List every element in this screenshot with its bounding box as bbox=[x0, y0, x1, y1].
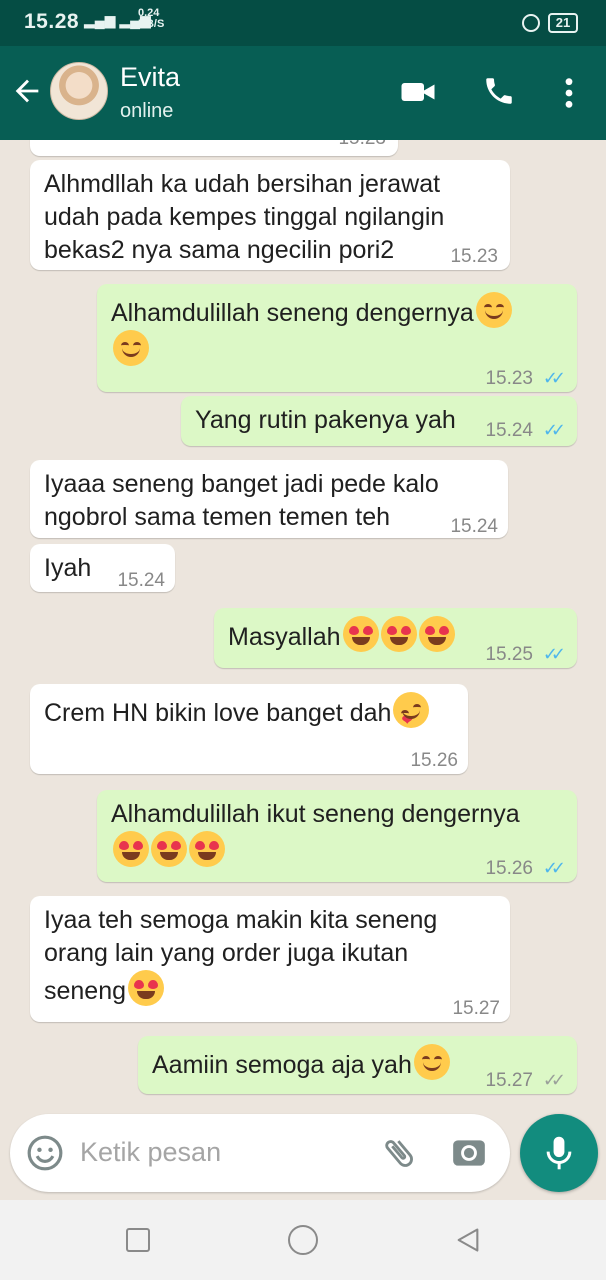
voice-record-button[interactable] bbox=[520, 1114, 598, 1192]
mic-icon bbox=[546, 1136, 572, 1170]
read-ticks-icon: ✓✓ bbox=[542, 368, 566, 388]
heart-eyes-emoji-icon bbox=[380, 616, 417, 652]
rotation-lock-icon bbox=[522, 14, 540, 32]
attach-icon[interactable] bbox=[380, 1134, 418, 1172]
message-line: Iyaaa seneng banget jadi pede kalo bbox=[44, 470, 439, 498]
smiling-emoji-icon bbox=[475, 292, 512, 328]
kissing-emoji-icon bbox=[393, 692, 430, 728]
contact-status: online bbox=[120, 100, 174, 122]
message-bubble-incoming[interactable]: Iyaa teh semoga makin kita seneng orang … bbox=[30, 896, 510, 1022]
nav-back-icon[interactable] bbox=[454, 1226, 482, 1254]
phone-icon[interactable] bbox=[482, 74, 516, 108]
message-bubble-outgoing[interactable]: Aamiin semoga aja yah 15.27 ✓✓ bbox=[138, 1036, 577, 1094]
recent-apps-icon[interactable] bbox=[126, 1228, 150, 1252]
heart-eyes-emoji-icon bbox=[418, 616, 455, 652]
system-nav-bar bbox=[0, 1200, 606, 1280]
message-bubble-incoming[interactable]: Alhmdllah ka udah bersihan jerawat udah … bbox=[30, 160, 510, 270]
message-time: 15.27 bbox=[485, 1070, 533, 1091]
read-ticks-icon: ✓✓ bbox=[542, 420, 566, 440]
message-text: Alhamdulillah ikut seneng dengernya bbox=[111, 798, 520, 869]
message-text: Alhamdulillah seneng dengernya bbox=[111, 292, 512, 368]
message-input[interactable] bbox=[80, 1132, 360, 1172]
heart-eyes-emoji-icon bbox=[151, 831, 187, 867]
message-bubble-incoming[interactable]: Crem HN bikin love banget dah 15.26 bbox=[30, 684, 468, 774]
back-arrow-icon[interactable] bbox=[10, 74, 44, 108]
chat-header: Evita online bbox=[0, 46, 606, 140]
read-ticks-icon: ✓✓ bbox=[542, 644, 566, 664]
message-text: Iyah bbox=[44, 554, 92, 582]
message-bubble-outgoing[interactable]: Alhamdulillah ikut seneng dengernya 15.2… bbox=[97, 790, 577, 882]
message-bubble-outgoing[interactable]: Yang rutin pakenya yah 15.24 ✓✓ bbox=[181, 396, 577, 446]
message-time: 15.24 bbox=[117, 570, 165, 591]
read-ticks-icon: ✓✓ bbox=[542, 858, 566, 878]
more-vert-icon[interactable] bbox=[556, 76, 582, 110]
heart-eyes-emoji-icon bbox=[113, 831, 149, 867]
compose-bar bbox=[10, 1114, 510, 1192]
video-call-icon[interactable] bbox=[400, 78, 436, 106]
message-line: orang lain yang order juga ikutan bbox=[44, 939, 409, 967]
network-speed: 0.24 KB/S bbox=[138, 8, 164, 30]
message-text: Yang rutin pakenya yah bbox=[195, 406, 456, 434]
message-bubble-outgoing[interactable]: Masyallah 15.25 ✓✓ bbox=[214, 608, 577, 668]
heart-eyes-emoji-icon bbox=[342, 616, 379, 652]
smiling-emoji-icon bbox=[113, 330, 149, 366]
message-time: 15.24 bbox=[485, 420, 533, 441]
network-speed-unit: KB/S bbox=[138, 18, 165, 30]
message-line: Alhmdllah ka udah bersihan jerawat bbox=[44, 170, 441, 198]
heart-eyes-emoji-icon bbox=[128, 970, 165, 1006]
camera-icon[interactable] bbox=[450, 1134, 488, 1172]
emoji-icon[interactable] bbox=[26, 1134, 64, 1172]
message-line: Alhamdulillah ikut seneng dengernya bbox=[111, 800, 520, 828]
avatar[interactable] bbox=[50, 62, 108, 120]
message-time: 15.23 bbox=[485, 368, 533, 389]
battery-icon: 21 bbox=[548, 13, 578, 33]
message-line: udah pada kempes tinggal ngilangin bbox=[44, 203, 445, 231]
message-time: 15.27 bbox=[452, 998, 500, 1019]
message-bubble-incoming[interactable]: Iyaaa seneng banget jadi pede kalo ngobr… bbox=[30, 460, 508, 538]
message-line: bekas2 nya sama ngecilin pori2 bbox=[44, 236, 395, 264]
message-text: Alhmdllah ka udah bersihan jerawat udah … bbox=[44, 168, 444, 267]
message-time: 15.25 bbox=[485, 644, 533, 665]
message-line: Masyallah bbox=[228, 623, 341, 651]
message-time: 15.26 bbox=[485, 858, 533, 879]
message-bubble-outgoing[interactable]: Alhamdulillah seneng dengernya 15.23 ✓✓ bbox=[97, 284, 577, 392]
message-line: Aamiin semoga aja yah bbox=[152, 1051, 412, 1079]
message-bubble-incoming[interactable]: Iyah 15.24 bbox=[30, 544, 175, 592]
message-text: Crem HN bikin love banget dah bbox=[44, 692, 430, 730]
message-text: Aamiin semoga aja yah bbox=[152, 1044, 450, 1082]
message-line: Alhamdulillah seneng dengernya bbox=[111, 299, 474, 327]
message-bubble-incoming[interactable]: 15.23 bbox=[30, 140, 398, 156]
status-bar: 15.28 ▂▄▆ ▂▄▆ 0.24 KB/S 21 bbox=[0, 0, 606, 46]
message-text: Iyaaa seneng banget jadi pede kalo ngobr… bbox=[44, 468, 439, 534]
message-line: Iyaa teh semoga makin kita seneng bbox=[44, 906, 438, 934]
message-time: 15.23 bbox=[450, 246, 498, 267]
status-time: 15.28 bbox=[24, 10, 80, 33]
contact-name[interactable]: Evita bbox=[120, 62, 180, 93]
smiling-emoji-icon bbox=[413, 1044, 450, 1080]
message-text: Masyallah bbox=[228, 616, 455, 654]
delivered-ticks-icon: ✓✓ bbox=[542, 1070, 566, 1090]
home-icon[interactable] bbox=[288, 1225, 318, 1255]
message-time: 15.24 bbox=[450, 516, 498, 537]
message-line: ngobrol sama temen temen teh bbox=[44, 503, 391, 531]
message-line: seneng bbox=[44, 977, 127, 1005]
heart-eyes-emoji-icon bbox=[189, 831, 225, 867]
chat-area[interactable]: 15.23 Alhmdllah ka udah bersihan jerawat… bbox=[0, 140, 606, 1110]
message-time: 15.26 bbox=[410, 750, 458, 771]
message-text: Iyaa teh semoga makin kita seneng orang … bbox=[44, 904, 437, 1008]
message-time: 15.23 bbox=[338, 140, 386, 155]
message-line: Crem HN bikin love banget dah bbox=[44, 699, 392, 727]
